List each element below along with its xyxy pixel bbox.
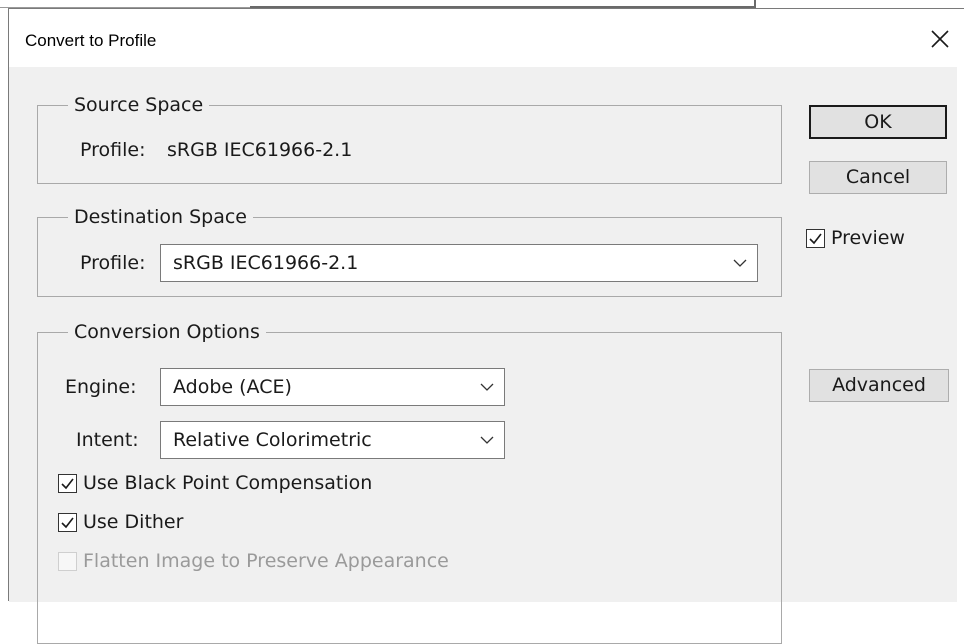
chevron-down-icon [480, 436, 494, 444]
dialog-title: Convert to Profile [25, 31, 157, 50]
checkmark-icon [61, 478, 74, 489]
ok-button[interactable]: OK [809, 105, 947, 139]
black-point-compensation-label: Use Black Point Compensation [83, 472, 373, 494]
checkbox-box [806, 228, 825, 248]
intent-select[interactable]: Relative Colorimetric [160, 421, 505, 459]
cancel-button[interactable]: Cancel [809, 161, 947, 194]
destination-space-group: Destination Space Profile: sRGB IEC61966… [37, 205, 782, 297]
flatten-image-label: Flatten Image to Preserve Appearance [83, 550, 449, 572]
source-space-group: Source Space Profile: sRGB IEC61966-2.1 [37, 93, 782, 184]
destination-profile-value: sRGB IEC61966-2.1 [173, 252, 359, 274]
dialog-content: Source Space Profile: sRGB IEC61966-2.1 … [9, 67, 957, 644]
checkmark-icon [61, 517, 74, 528]
use-dither-label: Use Dither [83, 511, 184, 533]
engine-value: Adobe (ACE) [173, 376, 292, 398]
conversion-options-group: Conversion Options Engine: Adobe (ACE) I… [37, 320, 782, 644]
background-field [250, 0, 755, 8]
close-icon [931, 30, 949, 48]
intent-label: Intent: [76, 429, 139, 451]
source-profile-value: sRGB IEC61966-2.1 [167, 139, 353, 161]
conversion-options-legend: Conversion Options [68, 320, 266, 344]
destination-profile-select[interactable]: sRGB IEC61966-2.1 [160, 244, 758, 282]
background-divider [754, 0, 756, 8]
convert-to-profile-dialog: Convert to Profile Source Space Profile:… [8, 8, 964, 644]
use-dither-checkbox[interactable]: Use Dither [58, 510, 183, 534]
engine-select[interactable]: Adobe (ACE) [160, 368, 505, 406]
preview-label: Preview [831, 227, 905, 249]
advanced-button[interactable]: Advanced [809, 369, 949, 402]
close-button[interactable] [916, 17, 964, 61]
chevron-down-icon [480, 383, 494, 391]
intent-value: Relative Colorimetric [173, 429, 372, 451]
black-point-compensation-checkbox[interactable]: Use Black Point Compensation [58, 471, 372, 495]
source-space-legend: Source Space [68, 93, 210, 117]
destination-profile-label: Profile: [80, 252, 146, 274]
source-profile-label: Profile: [80, 139, 146, 161]
chevron-down-icon [733, 259, 747, 267]
checkbox-box [58, 512, 77, 532]
engine-label: Engine: [65, 376, 137, 398]
preview-checkbox[interactable]: Preview [806, 226, 905, 250]
checkbox-box [58, 551, 77, 571]
title-bar: Convert to Profile [9, 9, 964, 67]
checkmark-icon [809, 233, 822, 244]
flatten-image-checkbox[interactable]: Flatten Image to Preserve Appearance [58, 549, 449, 573]
destination-space-legend: Destination Space [68, 205, 253, 229]
checkbox-box [58, 473, 77, 493]
